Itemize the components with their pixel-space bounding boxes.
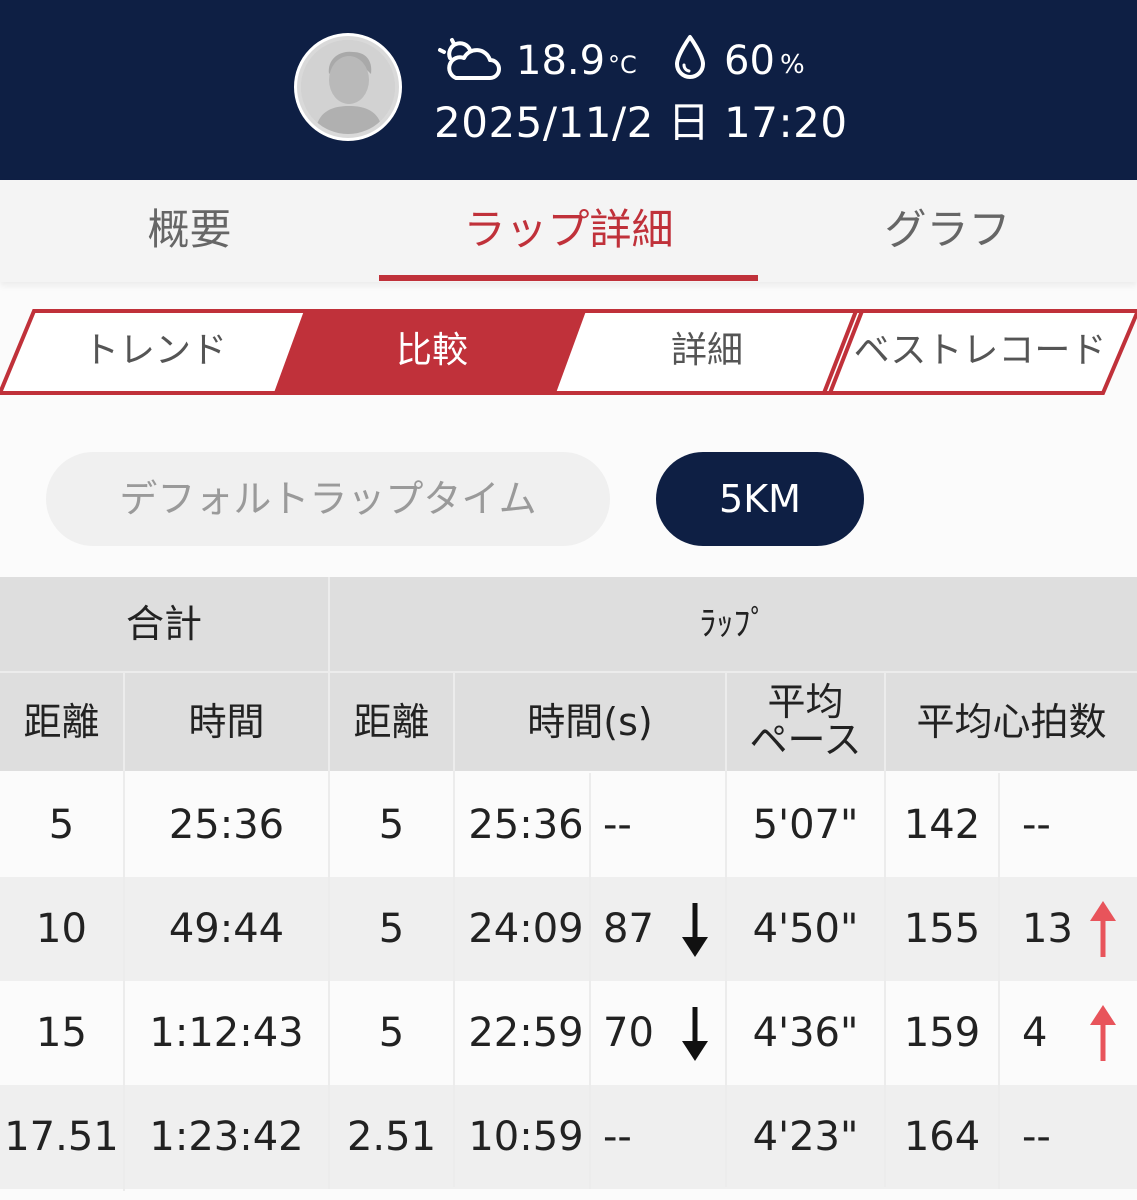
col-header-lap-time: 時間(s)	[455, 673, 725, 771]
group-header-lap: ﾗｯﾌﾟ	[330, 577, 1137, 671]
main-tabs: 概要 ラップ詳細 グラフ	[0, 180, 1137, 282]
cell-lap-distance: 5	[378, 906, 405, 952]
col-header-avg-pace-line1: 平均	[767, 680, 844, 724]
cell-total-distance: 10	[36, 906, 87, 952]
cell-time-diff: --	[603, 1114, 632, 1160]
arrow-up-icon	[1090, 1005, 1116, 1061]
cell-lap-time: 22:59	[468, 1010, 584, 1056]
cell-total-time: 1:23:42	[149, 1114, 304, 1160]
cell-total-time: 1:12:43	[149, 1010, 304, 1056]
summary-header: 18.9 °C 60 % 2025/11/2 日 17:20	[0, 0, 1137, 180]
temperature-value: 18.9	[516, 38, 606, 84]
cloud-sun-icon	[438, 38, 501, 80]
subtab-trend[interactable]: トレンド	[20, 307, 290, 395]
lap-subtabs: トレンド 比較 詳細 ベストレコード	[0, 307, 1137, 395]
cell-avg-hr: 142	[903, 802, 981, 848]
cell-avg-pace: 4'23"	[752, 1114, 859, 1160]
subtab-compare[interactable]: 比較	[296, 307, 568, 395]
cell-lap-distance: 5	[378, 802, 405, 848]
column-divider	[328, 577, 330, 1189]
cell-lap-time: 24:09	[468, 906, 584, 952]
cell-time-diff: 87	[603, 906, 654, 952]
group-header-total: 合計	[0, 577, 328, 671]
5km-toggle[interactable]: 5KM	[656, 452, 864, 546]
humidity-value: 60	[724, 38, 775, 84]
column-divider	[725, 673, 727, 1187]
cell-time-diff: 70	[603, 1010, 654, 1056]
tab-overview[interactable]: 概要	[0, 180, 379, 280]
tab-lap-details[interactable]: ラップ詳細	[379, 180, 758, 280]
cell-hr-diff: --	[1022, 802, 1051, 848]
active-tab-indicator	[379, 275, 758, 281]
col-header-total-time: 時間	[125, 673, 328, 771]
water-drop-icon	[675, 35, 705, 79]
column-divider	[123, 673, 125, 1191]
arrow-up-icon	[1090, 901, 1116, 957]
col-header-avg-pace: 平均 ペース	[727, 673, 884, 771]
cell-avg-pace: 5'07"	[752, 802, 859, 848]
avatar[interactable]	[294, 33, 402, 141]
cell-avg-pace: 4'50"	[752, 906, 859, 952]
cell-avg-hr: 159	[903, 1010, 981, 1056]
cell-hr-diff: --	[1022, 1114, 1051, 1160]
cell-total-time: 49:44	[168, 906, 285, 952]
user-silhouette-icon	[301, 40, 395, 134]
cell-avg-hr: 155	[903, 906, 981, 952]
col-header-total-distance: 距離	[0, 673, 123, 771]
col-header-avg-pace-line2: ペース	[749, 718, 862, 762]
column-divider	[589, 773, 591, 1189]
default-lap-time-toggle[interactable]: デフォルトラップタイム	[46, 452, 610, 546]
cell-avg-pace: 4'36"	[752, 1010, 859, 1056]
humidity-unit: %	[780, 50, 805, 80]
cell-lap-time: 10:59	[468, 1114, 584, 1160]
cell-lap-distance: 2.51	[346, 1114, 437, 1160]
col-header-lap-distance: 距離	[330, 673, 453, 771]
cell-total-distance: 5	[48, 802, 75, 848]
cell-lap-distance: 5	[378, 1010, 405, 1056]
subtab-detail[interactable]: 詳細	[572, 307, 842, 395]
arrow-down-icon	[682, 1007, 708, 1061]
cell-hr-diff: 13	[1022, 906, 1073, 952]
arrow-down-icon	[682, 903, 708, 957]
cell-hr-diff: 4	[1022, 1010, 1048, 1056]
cell-total-time: 25:36	[168, 802, 285, 848]
cell-avg-hr: 164	[903, 1114, 981, 1160]
cell-total-distance: 17.51	[4, 1114, 119, 1160]
activity-datetime: 2025/11/2 日 17:20	[434, 98, 848, 147]
col-header-avg-hr: 平均心拍数	[886, 673, 1137, 771]
subtab-best-record[interactable]: ベストレコード	[840, 307, 1120, 395]
column-divider	[998, 773, 1000, 1189]
column-divider	[884, 673, 886, 1187]
temperature-unit: °C	[608, 51, 637, 79]
header-divider	[0, 671, 1137, 673]
tab-graph[interactable]: グラフ	[758, 180, 1137, 280]
cell-lap-time: 25:36	[468, 802, 584, 848]
column-divider	[453, 673, 455, 1187]
cell-time-diff: --	[603, 802, 632, 848]
cell-total-distance: 15	[36, 1010, 87, 1056]
